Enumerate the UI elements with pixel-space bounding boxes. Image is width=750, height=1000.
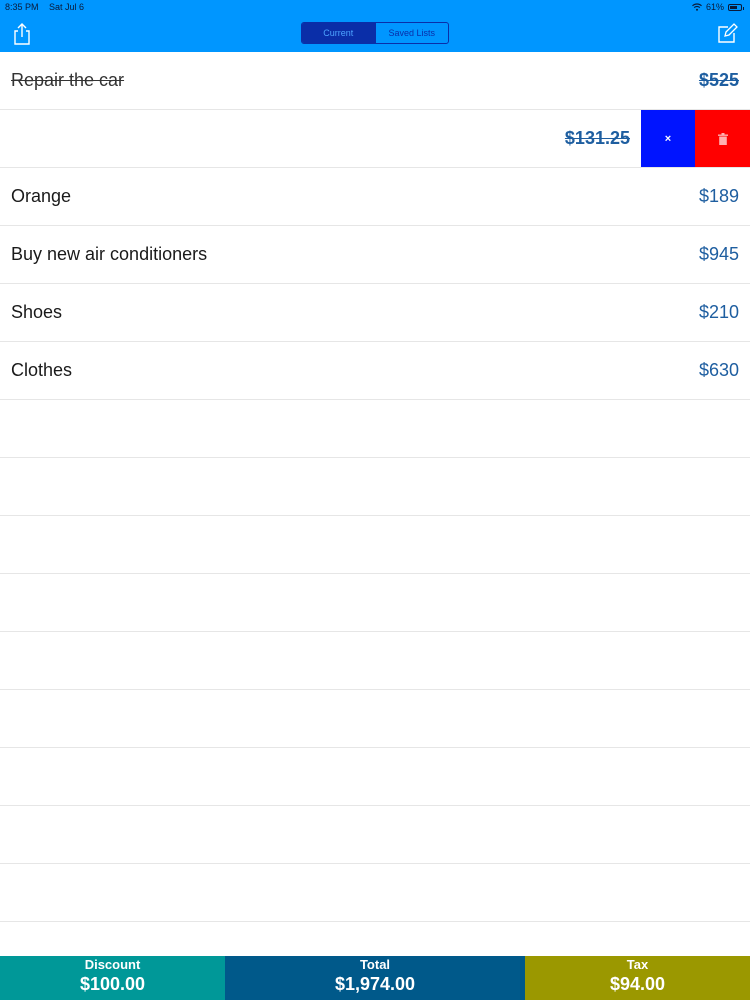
battery-icon	[728, 3, 744, 11]
item-price: $945	[698, 244, 739, 264]
item-price: $525	[698, 70, 739, 90]
item-price: $630	[698, 360, 739, 380]
item-name: Shoes	[11, 302, 63, 322]
segment-saved-lists[interactable]: Saved Lists	[374, 23, 449, 43]
total-summary[interactable]: Total $1,974.00	[225, 956, 525, 1000]
empty-row	[0, 632, 750, 690]
list-item[interactable]: Shoes $210	[0, 284, 750, 342]
tax-label: Tax	[626, 957, 649, 972]
item-name: Orange	[11, 186, 72, 206]
list-item[interactable]: Repair the car $525	[0, 52, 750, 110]
empty-row	[0, 458, 750, 516]
summary-footer: Discount $100.00 Total $1,974.00 Tax $94…	[0, 956, 750, 1000]
wifi-icon	[692, 3, 702, 11]
item-price: $189	[698, 186, 739, 206]
item-list: Repair the car $525 $131.25 × Orange $18…	[0, 52, 750, 922]
empty-row	[0, 690, 750, 748]
empty-row	[0, 864, 750, 922]
empty-row	[0, 400, 750, 458]
list-item[interactable]: Buy new air conditioners $945	[0, 226, 750, 284]
item-price: $210	[698, 302, 739, 322]
swipe-cancel-button[interactable]: ×	[641, 110, 695, 167]
compose-icon[interactable]	[716, 22, 738, 44]
status-right: 61%	[692, 0, 744, 14]
empty-row	[0, 806, 750, 864]
segment-current[interactable]: Current	[302, 23, 375, 43]
item-name: Clothes	[11, 360, 73, 380]
empty-row	[0, 574, 750, 632]
status-date: Sat Jul 6	[49, 2, 85, 12]
empty-row	[0, 748, 750, 806]
item-name: Repair the car	[11, 70, 125, 90]
discount-summary[interactable]: Discount $100.00	[0, 956, 225, 1000]
close-icon: ×	[664, 132, 672, 145]
status-time: 8:35 PM	[5, 2, 39, 12]
list-item[interactable]: Clothes $630	[0, 342, 750, 400]
total-value: $1,974.00	[334, 974, 416, 994]
battery-percent: 61%	[705, 2, 724, 12]
swipe-delete-button[interactable]	[695, 110, 750, 167]
item-name: Buy new air conditioners	[11, 244, 208, 264]
segmented-control: Current Saved Lists	[301, 22, 449, 44]
tax-summary[interactable]: Tax $94.00	[525, 956, 750, 1000]
list-item[interactable]: $131.25 ×	[0, 110, 750, 168]
empty-row	[0, 516, 750, 574]
share-icon[interactable]	[12, 22, 32, 46]
item-price: $131.25	[564, 128, 630, 148]
status-left: 8:35 PM Sat Jul 6	[5, 0, 92, 14]
trash-icon	[717, 132, 728, 145]
discount-value: $100.00	[79, 974, 146, 994]
total-label: Total	[359, 957, 391, 972]
nav-bar: Current Saved Lists	[0, 14, 750, 52]
discount-label: Discount	[84, 957, 141, 972]
list-item[interactable]: Orange $189	[0, 168, 750, 226]
status-bar: 8:35 PM Sat Jul 6 61%	[0, 0, 750, 14]
tax-value: $94.00	[609, 974, 666, 994]
